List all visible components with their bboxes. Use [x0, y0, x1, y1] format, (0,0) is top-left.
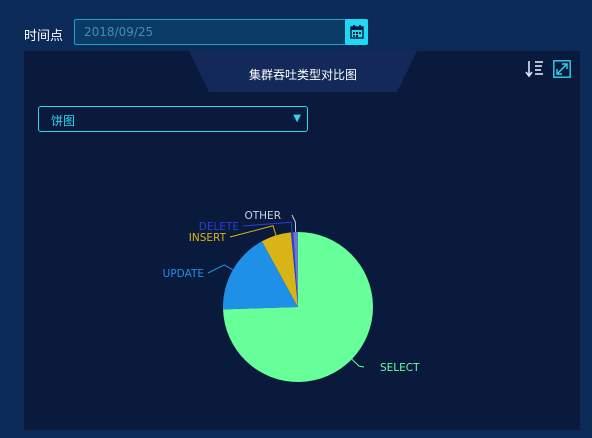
slice-label-select: SELECT: [380, 362, 420, 374]
time-filter-label: 时间点: [24, 29, 64, 44]
slice-label-delete: DELETE: [199, 221, 239, 233]
leader-line-update: [207, 264, 234, 274]
slice-label-other: OTHER: [244, 210, 281, 222]
leader-line-other: [291, 214, 297, 233]
calendar-button[interactable]: [345, 19, 368, 45]
slice-label-insert: INSERT: [189, 232, 227, 244]
date-input[interactable]: 2018/09/25: [74, 19, 368, 45]
slice-label-update: UPDATE: [163, 268, 204, 280]
pie-chart: SELECT UPDATE INSERTDELETE OTHER: [163, 210, 420, 382]
chart-panel: 集群吞吐类型对比图 饼图 ▼ SELECT UPDATE INSERT DELETE O…: [24, 51, 580, 430]
leader-line-select: [351, 358, 365, 368]
calendar-icon: [349, 25, 364, 39]
date-value: 2018/09/25: [84, 25, 154, 39]
